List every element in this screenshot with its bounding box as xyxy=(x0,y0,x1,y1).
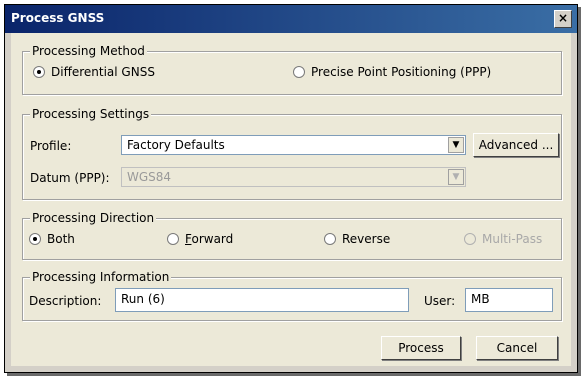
advanced-button[interactable]: Advanced ... xyxy=(473,133,559,157)
datum-dropdown: WGS84 ▼ xyxy=(121,167,466,187)
processing-information-group: Processing Information Description: Run … xyxy=(22,270,562,321)
dropdown-arrow-icon[interactable]: ▼ xyxy=(448,137,464,153)
profile-label: Profile: xyxy=(30,139,72,153)
dropdown-arrow-icon: ▼ xyxy=(448,169,464,185)
radio-differential-gnss[interactable]: Differential GNSS xyxy=(33,65,155,79)
radio-forward[interactable]: Forward xyxy=(167,232,233,246)
forward-label-rest: orward xyxy=(191,232,234,246)
radio-checked-icon xyxy=(29,233,41,245)
radio-multipass: Multi-Pass xyxy=(464,232,542,246)
radio-unchecked-icon xyxy=(167,233,179,245)
datum-value: WGS84 xyxy=(127,170,172,184)
close-icon: × xyxy=(557,11,569,25)
cancel-button[interactable]: Cancel xyxy=(476,336,558,360)
processing-information-legend: Processing Information xyxy=(30,270,172,284)
radio-both[interactable]: Both xyxy=(29,232,75,246)
radio-disabled-icon xyxy=(464,233,476,245)
profile-dropdown[interactable]: Factory Defaults ▼ xyxy=(121,135,466,155)
radio-unchecked-icon xyxy=(324,233,336,245)
radio-multipass-label: Multi-Pass xyxy=(482,232,543,246)
processing-method-group: Processing Method Differential GNSS Prec… xyxy=(22,44,562,95)
radio-differential-gnss-label: Differential GNSS xyxy=(51,65,155,79)
radio-reverse-label: Reverse xyxy=(342,232,391,246)
user-field[interactable]: MB xyxy=(465,288,553,312)
dialog-client-area: Processing Method Differential GNSS Prec… xyxy=(11,33,571,366)
radio-ppp[interactable]: Precise Point Positioning (PPP) xyxy=(293,65,491,79)
profile-value: Factory Defaults xyxy=(127,138,225,152)
radio-forward-label: Forward xyxy=(185,232,233,246)
user-label: User: xyxy=(424,294,456,308)
description-label: Description: xyxy=(29,294,102,308)
close-button[interactable]: × xyxy=(554,10,572,28)
radio-ppp-label: Precise Point Positioning (PPP) xyxy=(311,65,492,79)
process-button[interactable]: Process xyxy=(381,336,461,360)
description-field[interactable]: Run (6) xyxy=(115,288,409,312)
processing-direction-legend: Processing Direction xyxy=(30,211,157,225)
processing-settings-legend: Processing Settings xyxy=(30,107,152,121)
window-title: Process GNSS xyxy=(11,11,105,25)
title-bar: Process GNSS × xyxy=(5,5,577,33)
radio-both-label: Both xyxy=(47,232,75,246)
processing-settings-group: Processing Settings Profile: Factory Def… xyxy=(22,107,562,200)
processing-method-legend: Processing Method xyxy=(30,44,147,58)
radio-unchecked-icon xyxy=(293,66,305,78)
process-gnss-dialog: Process GNSS × Processing Method Differe… xyxy=(4,4,578,373)
datum-label: Datum (PPP): xyxy=(30,171,110,185)
radio-reverse[interactable]: Reverse xyxy=(324,232,390,246)
processing-direction-group: Processing Direction Both Forward Revers… xyxy=(22,211,562,260)
radio-checked-icon xyxy=(33,66,45,78)
